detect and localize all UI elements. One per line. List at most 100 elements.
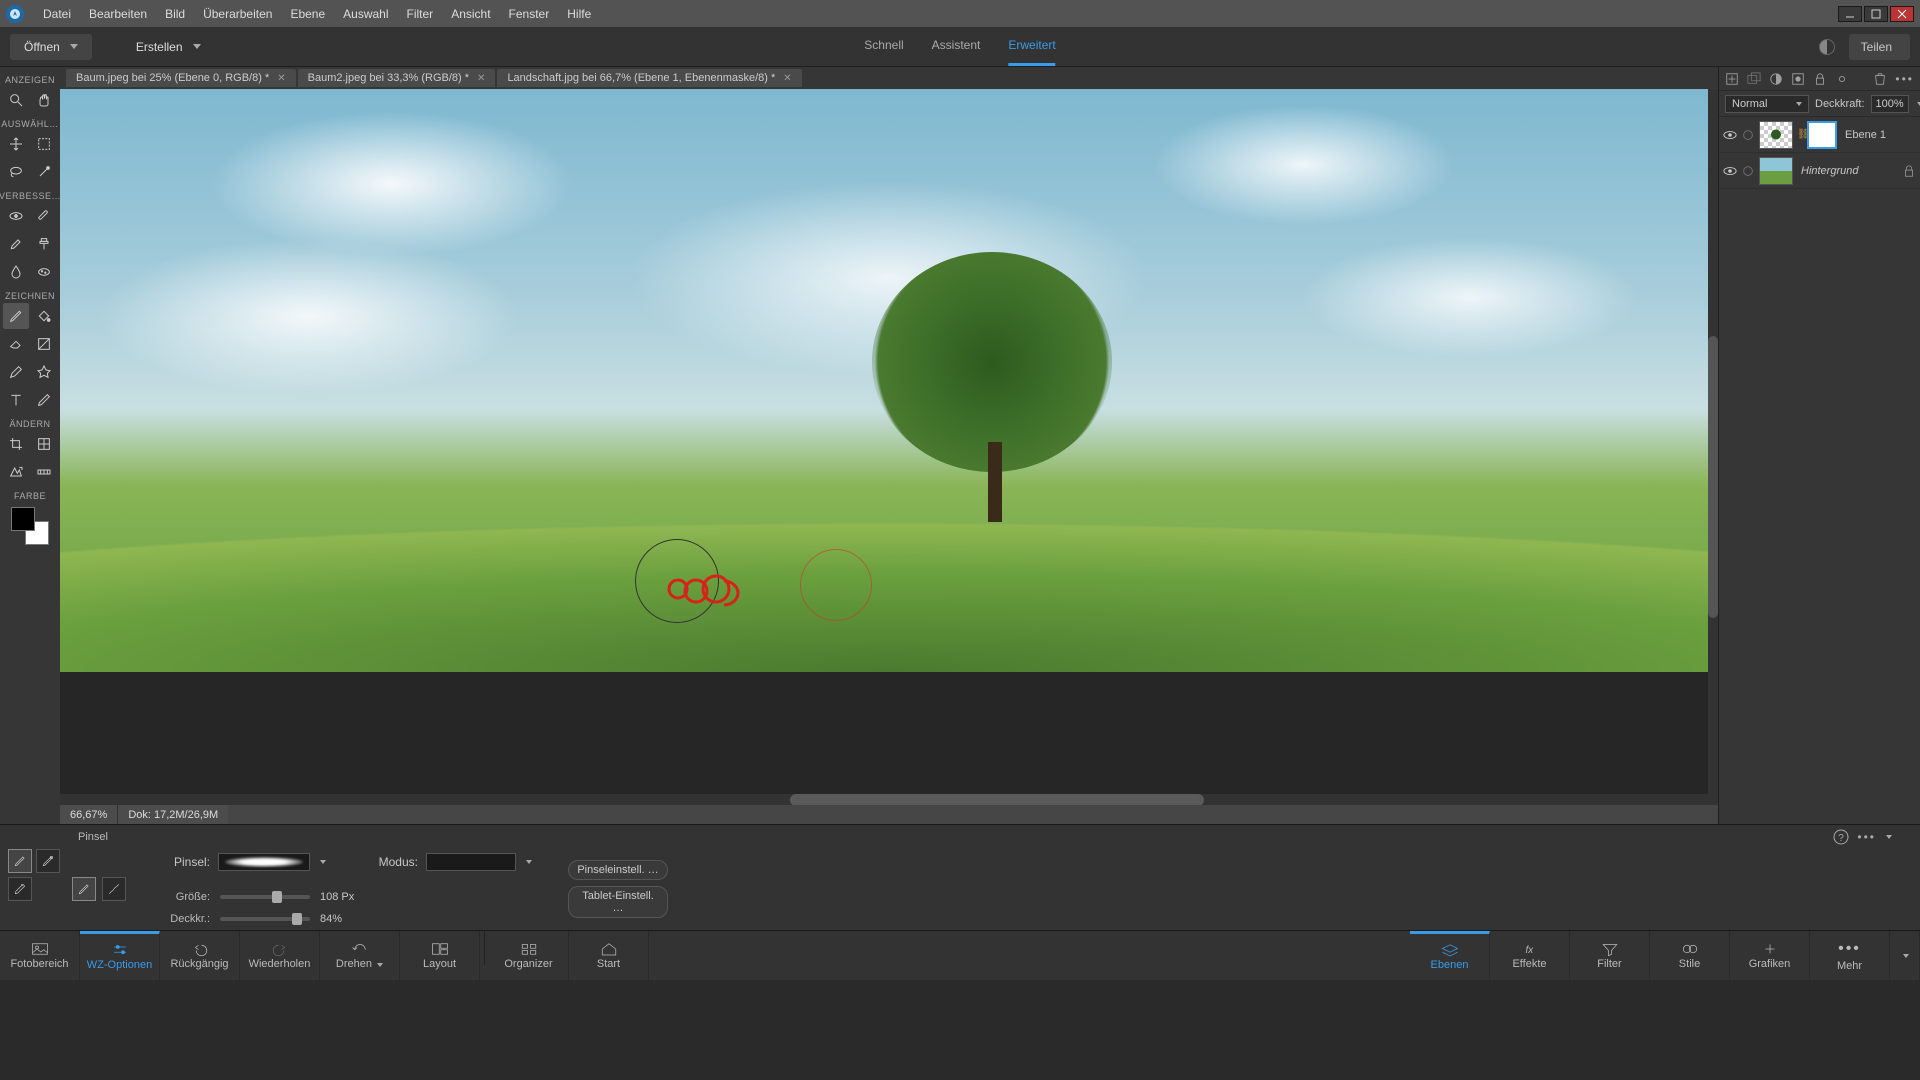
content-move-tool[interactable] bbox=[3, 459, 29, 485]
visibility-icon[interactable] bbox=[1723, 128, 1737, 142]
straighten-tool[interactable] bbox=[31, 459, 57, 485]
menu-bearbeiten[interactable]: Bearbeiten bbox=[80, 7, 156, 21]
layer-thumbnail[interactable] bbox=[1759, 157, 1793, 185]
zoom-tool[interactable] bbox=[3, 87, 29, 113]
mode-tab-expert[interactable]: Erweitert bbox=[1008, 27, 1055, 66]
task-photobin[interactable]: Fotobereich bbox=[0, 931, 80, 980]
menu-datei[interactable]: Datei bbox=[34, 7, 80, 21]
move-tool[interactable] bbox=[3, 131, 29, 157]
close-window-button[interactable] bbox=[1890, 6, 1914, 22]
brush-settings-button[interactable]: Pinseleinstell. … bbox=[568, 860, 668, 880]
task-home[interactable]: Start bbox=[569, 931, 649, 980]
magic-wand-tool[interactable] bbox=[31, 159, 57, 185]
blend-mode-select[interactable]: Normal bbox=[1725, 95, 1809, 113]
panel-filters[interactable]: Filter bbox=[1570, 931, 1650, 980]
menu-ueberarbeiten[interactable]: Überarbeiten bbox=[194, 7, 281, 21]
brush-variant-2[interactable] bbox=[36, 849, 60, 873]
menu-hilfe[interactable]: Hilfe bbox=[558, 7, 600, 21]
options-menu-icon[interactable]: ••• bbox=[1857, 830, 1876, 844]
layer-row-hintergrund[interactable]: Hintergrund bbox=[1719, 153, 1920, 189]
clone-stamp-tool[interactable] bbox=[31, 231, 57, 257]
panel-styles[interactable]: Stile bbox=[1650, 931, 1730, 980]
layer-effects-icon[interactable] bbox=[1741, 164, 1755, 178]
vertical-scrollbar[interactable] bbox=[1708, 89, 1718, 794]
menu-fenster[interactable]: Fenster bbox=[500, 7, 559, 21]
hand-tool[interactable] bbox=[31, 87, 57, 113]
menu-ansicht[interactable]: Ansicht bbox=[442, 7, 499, 21]
color-swatch[interactable] bbox=[11, 507, 49, 545]
layer-name[interactable]: Ebene 1 bbox=[1841, 129, 1916, 141]
theme-toggle-icon[interactable] bbox=[1819, 39, 1835, 55]
close-icon[interactable]: ✕ bbox=[477, 73, 485, 84]
opacity-value[interactable]: 84% bbox=[320, 913, 342, 925]
panel-effects[interactable]: fxEffekte bbox=[1490, 931, 1570, 980]
crop-tool[interactable] bbox=[3, 431, 29, 457]
blur-tool[interactable] bbox=[3, 259, 29, 285]
task-organizer[interactable]: Organizer bbox=[489, 931, 569, 980]
layer-mask-thumbnail[interactable] bbox=[1807, 121, 1837, 149]
brush-variant-3[interactable] bbox=[8, 877, 32, 901]
layer-row-ebene1[interactable]: ⛓ Ebene 1 bbox=[1719, 117, 1920, 153]
tablet-settings-button[interactable]: Tablet-Einstell. … bbox=[568, 886, 668, 918]
mode-tab-quick[interactable]: Schnell bbox=[864, 27, 903, 66]
smart-brush-tool[interactable] bbox=[3, 231, 29, 257]
redeye-tool[interactable] bbox=[3, 203, 29, 229]
brush-blendmode-select[interactable] bbox=[426, 853, 516, 871]
menu-bild[interactable]: Bild bbox=[156, 7, 194, 21]
size-slider[interactable] bbox=[220, 895, 310, 899]
panel-graphics[interactable]: Grafiken bbox=[1730, 931, 1810, 980]
zoom-readout[interactable]: 66,67% bbox=[60, 805, 118, 824]
menu-ebene[interactable]: Ebene bbox=[281, 7, 334, 21]
gradient-tool[interactable] bbox=[31, 331, 57, 357]
adjustment-layer-icon[interactable] bbox=[1769, 72, 1783, 86]
menu-auswahl[interactable]: Auswahl bbox=[334, 7, 397, 21]
new-layer-icon[interactable] bbox=[1725, 72, 1739, 86]
marquee-tool[interactable] bbox=[31, 131, 57, 157]
task-layout[interactable]: Layout bbox=[400, 931, 480, 980]
doc-tab-2[interactable]: Baum2.jpeg bei 33,3% (RGB/8) *✕ bbox=[298, 69, 496, 87]
maximize-button[interactable] bbox=[1864, 6, 1888, 22]
share-button[interactable]: Teilen bbox=[1849, 34, 1910, 60]
pencil-tool[interactable] bbox=[31, 387, 57, 413]
minimize-button[interactable] bbox=[1838, 6, 1862, 22]
task-redo[interactable]: Wiederholen bbox=[240, 931, 320, 980]
layer-opacity-input[interactable]: 100% bbox=[1871, 95, 1909, 113]
spot-heal-tool[interactable] bbox=[31, 203, 57, 229]
close-icon[interactable]: ✕ bbox=[277, 73, 285, 84]
lasso-tool[interactable] bbox=[3, 159, 29, 185]
lock-icon[interactable] bbox=[1813, 72, 1827, 86]
chevron-down-icon[interactable] bbox=[526, 860, 532, 864]
task-rotate[interactable]: Drehen bbox=[320, 931, 400, 980]
eraser-tool[interactable] bbox=[3, 331, 29, 357]
layer-thumbnail[interactable] bbox=[1759, 121, 1793, 149]
sponge-tool[interactable] bbox=[31, 259, 57, 285]
brush-type-impressionist[interactable] bbox=[102, 877, 126, 901]
chevron-down-icon[interactable] bbox=[1917, 102, 1920, 106]
new-group-icon[interactable] bbox=[1747, 72, 1761, 86]
menu-filter[interactable]: Filter bbox=[398, 7, 443, 21]
link-layers-icon[interactable] bbox=[1835, 72, 1849, 86]
panel-layers[interactable]: Ebenen bbox=[1410, 931, 1490, 980]
eyedropper-tool[interactable] bbox=[3, 359, 29, 385]
layer-mask-icon[interactable] bbox=[1791, 72, 1805, 86]
shape-tool[interactable] bbox=[31, 359, 57, 385]
panel-menu-icon[interactable]: ••• bbox=[1895, 72, 1914, 86]
recompose-tool[interactable] bbox=[31, 431, 57, 457]
help-icon[interactable]: ? bbox=[1833, 829, 1849, 845]
task-undo[interactable]: Rückgängig bbox=[160, 931, 240, 980]
chevron-down-icon[interactable] bbox=[320, 860, 326, 864]
task-tooloptions[interactable]: WZ-Optionen bbox=[80, 931, 160, 980]
visibility-icon[interactable] bbox=[1723, 164, 1737, 178]
mode-tab-guided[interactable]: Assistent bbox=[932, 27, 981, 66]
panel-more[interactable]: •••Mehr bbox=[1810, 931, 1890, 980]
opacity-slider[interactable] bbox=[220, 917, 310, 921]
brush-tool[interactable] bbox=[3, 303, 29, 329]
brush-preview[interactable] bbox=[218, 853, 310, 871]
text-tool[interactable] bbox=[3, 387, 29, 413]
create-button[interactable]: Erstellen bbox=[122, 34, 215, 60]
panel-menu[interactable] bbox=[1890, 931, 1920, 980]
doc-tab-1[interactable]: Baum.jpeg bei 25% (Ebene 0, RGB/8) *✕ bbox=[66, 69, 296, 87]
foreground-color[interactable] bbox=[11, 507, 35, 531]
canvas-viewport[interactable]: 66,67% Dok: 17,2M/26,9M bbox=[60, 89, 1718, 824]
brush-variant-1[interactable] bbox=[8, 849, 32, 873]
